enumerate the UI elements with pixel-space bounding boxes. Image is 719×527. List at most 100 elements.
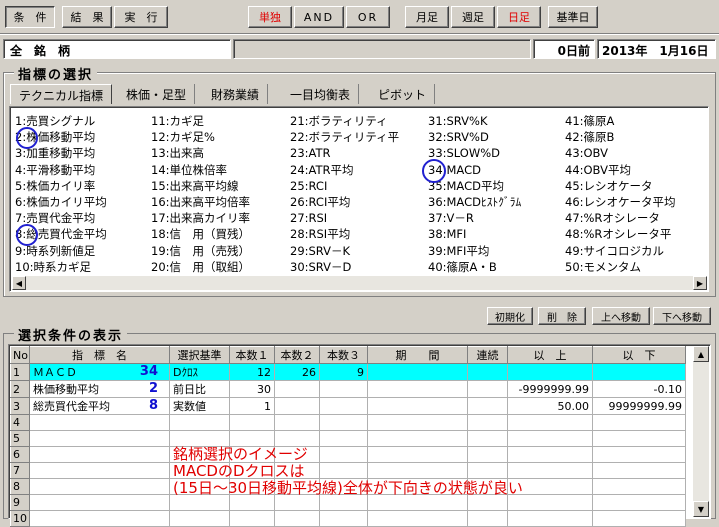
- indicator-item[interactable]: 11:カギ足: [151, 113, 285, 129]
- cell-n3[interactable]: [319, 430, 368, 447]
- cell-n3[interactable]: [319, 414, 368, 431]
- and-button[interactable]: AND: [294, 6, 344, 28]
- cell-n1[interactable]: 30: [229, 380, 275, 398]
- cell-name[interactable]: [29, 462, 170, 479]
- cell-basis[interactable]: 実数値: [169, 397, 230, 415]
- indicator-item[interactable]: 22:ボラティリティ平: [290, 129, 426, 145]
- cell-cont[interactable]: [467, 397, 508, 415]
- cell-name[interactable]: [29, 510, 170, 527]
- base-date-button[interactable]: 基準日: [548, 6, 598, 28]
- cell-cont[interactable]: [467, 414, 508, 431]
- indicator-item[interactable]: 44:OBV平均: [565, 162, 701, 178]
- cell-min[interactable]: 50.00: [507, 397, 593, 415]
- tab-ichimoku[interactable]: 一目均衡表: [282, 84, 360, 104]
- table-row[interactable]: 10: [10, 510, 686, 527]
- condition-button[interactable]: 条 件: [5, 6, 55, 28]
- cell-period[interactable]: [367, 414, 468, 431]
- cell-max[interactable]: [592, 430, 686, 447]
- tab-price-candle[interactable]: 株価・足型: [118, 84, 196, 104]
- indicator-item[interactable]: 27:RSI: [290, 210, 426, 226]
- cell-basis[interactable]: [169, 414, 230, 431]
- table-row[interactable]: 1 ＭＡＣＤ 34 Dｸﾛｽ 12 26 9: [10, 363, 686, 381]
- indicator-item[interactable]: 5:株価カイリ率: [15, 178, 149, 194]
- table-row[interactable]: 5: [10, 430, 686, 447]
- cell-max[interactable]: [592, 446, 686, 463]
- cell-min[interactable]: [507, 462, 593, 479]
- cell-period[interactable]: [367, 363, 468, 381]
- cell-period[interactable]: [367, 510, 468, 527]
- indicator-item[interactable]: 25:RCI: [290, 178, 426, 194]
- cell-n3[interactable]: [319, 462, 368, 479]
- scroll-right-icon[interactable]: ▶: [693, 276, 707, 290]
- tab-financial[interactable]: 財務業績: [203, 84, 269, 104]
- indicator-item[interactable]: 16:出来高平均倍率: [151, 194, 285, 210]
- indicator-item[interactable]: 46:レシオケータ平均: [565, 194, 701, 210]
- cell-basis[interactable]: Dｸﾛｽ: [169, 363, 230, 381]
- cell-max[interactable]: -0.10: [592, 380, 686, 398]
- indicator-item[interactable]: 29:SRV－K: [290, 243, 426, 259]
- scroll-left-icon[interactable]: ◀: [12, 276, 26, 290]
- indicator-item[interactable]: 47:%Rオシレータ: [565, 210, 701, 226]
- cell-period[interactable]: [367, 380, 468, 398]
- indicator-item[interactable]: 40:篠原A・B: [428, 259, 563, 275]
- indicator-item[interactable]: 41:篠原A: [565, 113, 701, 129]
- cell-n1[interactable]: [229, 510, 275, 527]
- cell-min[interactable]: [507, 414, 593, 431]
- indicator-item[interactable]: 7:売買代金平均: [15, 210, 149, 226]
- cell-n2[interactable]: [274, 397, 320, 415]
- cell-n2[interactable]: [274, 380, 320, 398]
- cell-n2[interactable]: [274, 510, 320, 527]
- cell-n3[interactable]: [319, 380, 368, 398]
- indicator-item[interactable]: 21:ボラティリティ: [290, 113, 426, 129]
- cell-n1[interactable]: 1: [229, 397, 275, 415]
- indicator-item[interactable]: 14:単位株倍率: [151, 162, 285, 178]
- cell-n3[interactable]: [319, 446, 368, 463]
- cell-min[interactable]: -9999999.99: [507, 380, 593, 398]
- indicator-item[interactable]: 9:時系列新値足: [15, 243, 149, 259]
- cell-basis[interactable]: 前日比: [169, 380, 230, 398]
- indicator-item[interactable]: 20:信 用（取組）: [151, 259, 285, 275]
- cell-min[interactable]: [507, 446, 593, 463]
- run-button[interactable]: 実 行: [114, 6, 168, 28]
- indicator-item[interactable]: 28:RSI平均: [290, 226, 426, 242]
- init-button[interactable]: 初期化: [487, 307, 533, 325]
- cell-period[interactable]: [367, 446, 468, 463]
- cell-n3[interactable]: 9: [319, 363, 368, 381]
- indicator-item[interactable]: 13:出来高: [151, 145, 285, 161]
- cell-n1[interactable]: 12: [229, 363, 275, 381]
- result-button[interactable]: 結 果: [62, 6, 112, 28]
- indicator-item[interactable]: 17:出来高カイリ率: [151, 210, 285, 226]
- cell-max[interactable]: [592, 363, 686, 381]
- daily-button[interactable]: 日足: [497, 6, 541, 28]
- cell-period[interactable]: [367, 462, 468, 479]
- cell-max[interactable]: [592, 494, 686, 511]
- move-up-button[interactable]: 上へ移動: [592, 307, 650, 325]
- indicator-item[interactable]: 12:カギ足%: [151, 129, 285, 145]
- indicator-item[interactable]: 32:SRV%D: [428, 129, 563, 145]
- tab-pivot[interactable]: ピボット: [370, 84, 436, 104]
- cell-n2[interactable]: [274, 414, 320, 431]
- indicator-item[interactable]: 33:SLOW%D: [428, 145, 563, 161]
- indicator-item[interactable]: 45:レシオケータ: [565, 178, 701, 194]
- indicator-item[interactable]: 24:ATR平均: [290, 162, 426, 178]
- indicator-item[interactable]: 37:V－R: [428, 210, 563, 226]
- table-row[interactable]: 3 総売買代金平均 8 実数値 1 50.00 99999999.99: [10, 397, 686, 415]
- indicator-item[interactable]: 49:サイコロジカル: [565, 243, 701, 259]
- weekly-button[interactable]: 週足: [451, 6, 495, 28]
- or-button[interactable]: OR: [346, 6, 390, 28]
- cell-name[interactable]: [29, 430, 170, 447]
- indicator-item[interactable]: 26:RCI平均: [290, 194, 426, 210]
- cell-period[interactable]: [367, 397, 468, 415]
- indicator-item[interactable]: 15:出来高平均線: [151, 178, 285, 194]
- cell-max[interactable]: [592, 414, 686, 431]
- cell-name[interactable]: [29, 446, 170, 463]
- indicator-item[interactable]: 10:時系カギ足: [15, 259, 149, 275]
- scroll-up-icon[interactable]: ▲: [693, 346, 709, 362]
- indicator-item[interactable]: 30:SRV－D: [290, 259, 426, 275]
- indicator-item[interactable]: 43:OBV: [565, 145, 701, 161]
- cell-name[interactable]: 総売買代金平均 8: [29, 397, 170, 415]
- move-down-button[interactable]: 下へ移動: [653, 307, 711, 325]
- indicator-item[interactable]: 42:篠原B: [565, 129, 701, 145]
- indicator-item[interactable]: 50:モメンタム: [565, 259, 701, 275]
- indicator-item[interactable]: 23:ATR: [290, 145, 426, 161]
